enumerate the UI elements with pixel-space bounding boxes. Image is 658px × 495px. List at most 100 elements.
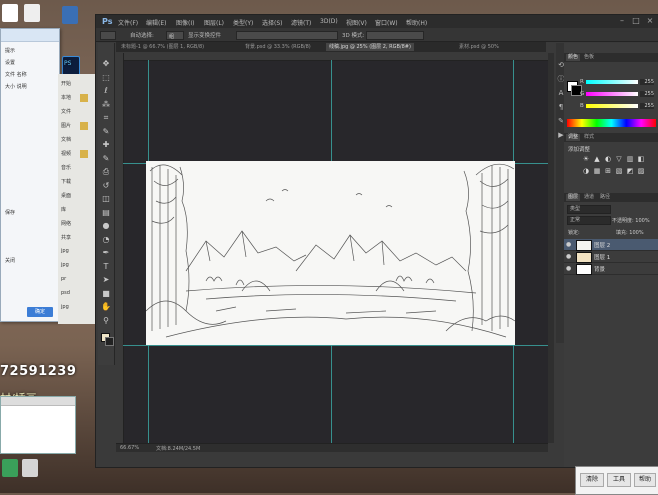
zoom-level[interactable]: 66.67% xyxy=(120,445,139,451)
adjustment-icon[interactable]: ⊞ xyxy=(604,167,612,175)
slider-g[interactable] xyxy=(586,92,638,96)
minimize-icon[interactable]: – xyxy=(618,17,626,25)
adjustment-icon[interactable]: ◑ xyxy=(582,167,590,175)
hand-tool-icon[interactable]: ✋ xyxy=(101,302,111,312)
dialog-confirm-button[interactable]: 确定 xyxy=(27,307,53,317)
explorer-item[interactable]: 网络 xyxy=(61,220,71,227)
healing-tool-icon[interactable]: ✚ xyxy=(101,140,111,150)
slider-value-g[interactable]: 255 xyxy=(640,91,654,97)
brush-tool-icon[interactable]: ✎ xyxy=(101,154,111,164)
taskbar-app-icon[interactable] xyxy=(22,459,38,477)
adjustment-icon[interactable]: ☀ xyxy=(582,155,590,163)
help-button[interactable]: 帮助 xyxy=(634,473,656,487)
tab-layers[interactable]: 图层 xyxy=(566,194,581,201)
type-tool-icon[interactable]: T xyxy=(101,262,111,272)
slider-value-r[interactable]: 255 xyxy=(640,79,654,85)
fill-label[interactable]: 填充: 100% xyxy=(616,229,644,236)
slider-r[interactable] xyxy=(586,80,638,84)
explorer-item[interactable]: pr xyxy=(61,276,66,282)
adjustment-icon[interactable]: ▲ xyxy=(593,155,601,163)
eyedropper-tool-icon[interactable]: ✎ xyxy=(101,127,111,137)
stamp-tool-icon[interactable]: ⎙ xyxy=(101,167,111,177)
adjustment-icon[interactable]: ▥ xyxy=(626,155,634,163)
dodge-tool-icon[interactable]: ◔ xyxy=(101,235,111,245)
auto-select-dropdown[interactable]: 组 xyxy=(166,31,184,40)
explorer-item[interactable]: jpg xyxy=(61,248,69,254)
explorer-item[interactable]: 开始 xyxy=(61,80,71,87)
menu-3d[interactable]: 3D(D) xyxy=(320,18,338,25)
adjustment-icon[interactable]: ◩ xyxy=(626,167,634,175)
explorer-item[interactable]: psd xyxy=(61,290,70,296)
explorer-item[interactable]: 文档 xyxy=(61,136,71,143)
document-tab[interactable]: 未标题-1 @ 66.7% (图层 1, RGB/8) xyxy=(118,43,207,51)
tab-paths[interactable]: 路径 xyxy=(598,194,612,201)
menu-layer[interactable]: 图层(L) xyxy=(204,18,224,27)
path-select-tool-icon[interactable]: ➤ xyxy=(101,275,111,285)
menu-image[interactable]: 图像(I) xyxy=(176,18,194,27)
eraser-tool-icon[interactable]: ◫ xyxy=(101,194,111,204)
adjustment-icon[interactable]: ▨ xyxy=(637,167,645,175)
explorer-item[interactable]: 文件 xyxy=(61,108,71,115)
menu-view[interactable]: 视图(V) xyxy=(346,18,367,27)
move-tool-icon[interactable]: ✥ xyxy=(101,59,111,69)
menu-help[interactable]: 帮助(H) xyxy=(406,18,427,27)
menu-edit[interactable]: 编辑(E) xyxy=(146,18,166,27)
blur-tool-icon[interactable]: ● xyxy=(101,221,111,231)
menu-type[interactable]: 类型(Y) xyxy=(233,18,253,27)
quick-select-tool-icon[interactable]: ⁂ xyxy=(101,100,111,110)
explorer-item[interactable]: 音乐 xyxy=(61,164,71,171)
explorer-item[interactable]: 共享 xyxy=(61,234,71,241)
marquee-tool-icon[interactable]: ⬚ xyxy=(101,73,111,83)
canvas-document[interactable] xyxy=(146,161,515,345)
tab-swatches[interactable]: 色板 xyxy=(582,54,596,61)
lasso-tool-icon[interactable]: ℓ xyxy=(101,86,111,96)
eye-icon[interactable]: ● xyxy=(566,253,571,260)
color-spectrum-bar[interactable] xyxy=(567,119,656,127)
tab-styles[interactable]: 样式 xyxy=(582,134,596,141)
tab-adjustments[interactable]: 调整 xyxy=(566,134,581,141)
explorer-item[interactable]: 本地 xyxy=(61,94,71,101)
close-icon[interactable]: × xyxy=(646,17,654,25)
maximize-icon[interactable]: □ xyxy=(632,17,640,25)
shape-tool-icon[interactable]: ■ xyxy=(101,289,111,299)
align-buttons[interactable] xyxy=(236,31,338,40)
background-swatch[interactable] xyxy=(105,337,114,346)
adjustment-icon[interactable]: ▽ xyxy=(615,155,623,163)
slider-b[interactable] xyxy=(586,104,638,108)
horizontal-ruler[interactable] xyxy=(116,53,548,61)
eye-icon[interactable]: ● xyxy=(566,241,571,248)
adjustment-icon[interactable]: ◐ xyxy=(604,155,612,163)
layer-kind-filter[interactable]: 类型 xyxy=(567,205,611,214)
desktop-file-icon[interactable] xyxy=(2,4,18,22)
document-tab-active[interactable]: 线稿.jpg @ 25% (图层 2, RGB/8#) xyxy=(326,43,414,51)
vertical-scrollbar[interactable] xyxy=(548,53,554,443)
slider-value-b[interactable]: 255 xyxy=(640,103,654,109)
explorer-item[interactable]: 视频 xyxy=(61,150,71,157)
layer-row[interactable]: ● 图层 1 xyxy=(564,251,658,263)
menu-window[interactable]: 窗口(W) xyxy=(375,18,398,27)
menu-file[interactable]: 文件(F) xyxy=(118,18,138,27)
adjustment-icon[interactable]: ▦ xyxy=(593,167,601,175)
layer-row[interactable]: ● 图层 2 xyxy=(564,239,658,251)
explorer-item[interactable]: 库 xyxy=(61,206,66,213)
3d-mode-buttons[interactable] xyxy=(366,31,424,40)
transform-controls-label[interactable]: 显示变换控件 xyxy=(188,31,221,39)
gradient-tool-icon[interactable]: ▤ xyxy=(101,208,111,218)
layer-row[interactable]: ● 背景 xyxy=(564,263,658,275)
adjustment-icon[interactable]: ▧ xyxy=(615,167,623,175)
eye-icon[interactable]: ● xyxy=(566,265,571,272)
explorer-item[interactable]: 桌面 xyxy=(61,192,71,199)
explorer-item[interactable]: 下载 xyxy=(61,178,71,185)
pen-tool-icon[interactable]: ✒ xyxy=(101,248,111,258)
explorer-item[interactable]: 图片 xyxy=(61,122,71,129)
explorer-item[interactable]: jpg xyxy=(61,304,69,310)
desktop-doc-icon[interactable] xyxy=(24,4,40,22)
explorer-item[interactable]: jpg xyxy=(61,262,69,268)
document-tab[interactable]: 素材.psd @ 50% xyxy=(456,43,502,51)
menu-filter[interactable]: 滤镜(T) xyxy=(291,18,311,27)
crop-tool-icon[interactable]: ⌗ xyxy=(101,113,111,123)
tools-button[interactable]: 工具 xyxy=(607,473,631,487)
blend-mode-dropdown[interactable]: 正常 xyxy=(567,216,611,225)
opacity-label[interactable]: 不透明度: 100% xyxy=(612,217,650,224)
adjustment-icon[interactable]: ◧ xyxy=(637,155,645,163)
